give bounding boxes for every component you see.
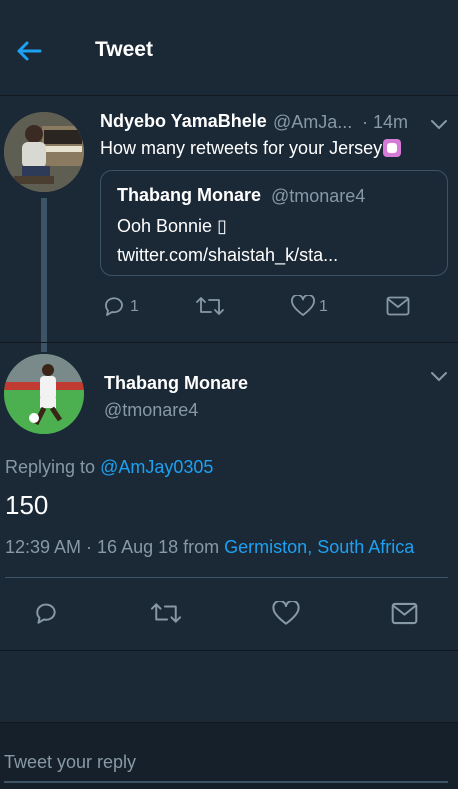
- avatar[interactable]: [4, 354, 84, 434]
- direct-message-icon[interactable]: [391, 602, 418, 625]
- top-bar: Tweet: [0, 0, 458, 96]
- page-title: Tweet: [95, 38, 153, 61]
- replying-to: Replying to @AmJay0305: [5, 457, 213, 478]
- author-handle[interactable]: @tmonare4: [104, 400, 198, 421]
- chevron-down-icon[interactable]: [429, 370, 449, 384]
- tweet-text-content: How many retweets for your Jersey: [100, 138, 383, 158]
- reply-count: 1: [130, 298, 139, 315]
- direct-message-icon[interactable]: [386, 296, 410, 316]
- retweet-icon[interactable]: [196, 294, 224, 318]
- replying-to-link[interactable]: @AmJay0305: [100, 457, 213, 477]
- reply-icon[interactable]: [102, 294, 126, 318]
- like-heart-icon[interactable]: [291, 295, 315, 317]
- quoted-author-handle: @tmonare4: [271, 186, 366, 206]
- avatar[interactable]: [4, 112, 84, 192]
- raised-fist-emoji-icon: [383, 139, 402, 157]
- divider: [0, 342, 458, 343]
- tweet-text: How many retweets for your Jersey: [100, 138, 402, 159]
- like-count: 1: [319, 298, 328, 315]
- replying-to-label: Replying to: [5, 457, 96, 477]
- author-name[interactable]: Thabang Monare: [104, 373, 248, 394]
- author-name[interactable]: Ndyebo YamaBhele: [100, 111, 267, 132]
- author-handle[interactable]: @AmJa...: [273, 112, 352, 133]
- divider: [0, 650, 458, 651]
- location-link[interactable]: Germiston, South Africa: [224, 537, 414, 557]
- chevron-down-icon[interactable]: [429, 118, 449, 132]
- reply-input[interactable]: [4, 743, 448, 783]
- from-label: from: [183, 537, 220, 557]
- reply-bar: [0, 722, 458, 789]
- back-arrow-icon[interactable]: [14, 36, 44, 66]
- tweet-timestamp: 12:39 AM · 16 Aug 18: [5, 537, 179, 557]
- tweet-meta: 12:39 AM · 16 Aug 18 from Germiston, Sou…: [5, 537, 414, 558]
- divider: [5, 577, 448, 578]
- quoted-tweet-card[interactable]: Thabang Monare @tmonare4 Ooh Bonnie ▯ tw…: [100, 170, 448, 276]
- thread-line: [41, 198, 47, 352]
- like-heart-icon[interactable]: [272, 601, 300, 626]
- reply-icon[interactable]: [33, 600, 59, 626]
- tweet-text: 150: [5, 490, 49, 520]
- tweet-time: · 14m: [362, 112, 409, 132]
- retweet-icon[interactable]: [150, 600, 182, 626]
- quoted-tweet-text: Ooh Bonnie ▯ twitter.com/shaistah_k/sta.…: [117, 216, 339, 265]
- quoted-author-name: Thabang Monare: [117, 185, 262, 205]
